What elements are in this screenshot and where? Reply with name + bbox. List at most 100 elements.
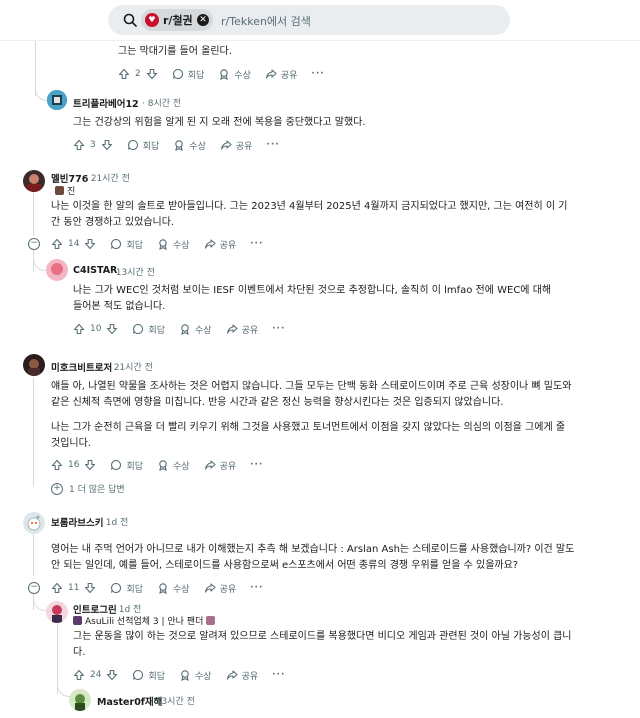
share-icon xyxy=(265,69,277,79)
avatar[interactable] xyxy=(46,601,68,623)
comment-actions: 11 회답 수상 공유 ··· xyxy=(51,581,263,595)
reply-icon xyxy=(133,323,144,334)
share-button[interactable]: 공유 xyxy=(204,582,236,595)
share-icon xyxy=(226,324,238,334)
downvote-icon[interactable] xyxy=(106,323,118,335)
reply-button[interactable]: 회답 xyxy=(110,238,143,251)
close-icon[interactable]: ✕ xyxy=(197,14,209,26)
thread-line xyxy=(33,258,46,271)
reply-button[interactable]: 회답 xyxy=(110,582,143,595)
reply-icon xyxy=(172,68,183,79)
avatar[interactable] xyxy=(23,354,45,376)
downvote-icon[interactable] xyxy=(106,669,118,681)
username[interactable]: 멜빈776 xyxy=(51,171,88,185)
downvote-icon[interactable] xyxy=(84,582,96,594)
more-options-button[interactable]: ··· xyxy=(266,140,279,150)
share-button[interactable]: 공유 xyxy=(226,323,258,336)
comment-time: · 13시간 전 xyxy=(110,268,155,278)
comment-time: · 23시간 전 xyxy=(150,697,195,707)
more-options-button[interactable]: ··· xyxy=(272,670,285,680)
subreddit-chip[interactable]: ♥ r/철권 ✕ xyxy=(141,9,213,31)
vote-count: 24 xyxy=(90,670,102,680)
award-button[interactable]: 수상 xyxy=(157,582,190,595)
reply-button[interactable]: 회답 xyxy=(132,323,165,336)
share-button[interactable]: 공유 xyxy=(204,459,236,472)
vote-count: 3 xyxy=(90,140,96,150)
search-bar[interactable]: ♥ r/철권 ✕ r/Tekken에서 검색 xyxy=(108,5,510,35)
share-button[interactable]: 공유 xyxy=(265,68,297,81)
comment-actions: 3 회답 수상 공유 ··· xyxy=(73,138,280,152)
reply-button[interactable]: 회답 xyxy=(127,139,159,152)
more-options-button[interactable]: ··· xyxy=(272,324,285,334)
username[interactable]: 보롬라브스키 xyxy=(51,515,103,529)
more-options-button[interactable]: ··· xyxy=(250,583,263,593)
avatar[interactable] xyxy=(23,170,45,192)
reply-button[interactable]: 회답 xyxy=(172,68,204,81)
upvote-icon[interactable] xyxy=(73,139,85,151)
comment-text: 나는 그가 순전히 근육을 더 빨리 키우기 위해 그것을 사용했고 토너먼트에… xyxy=(51,422,566,449)
comment-text: 그는 건강상의 위험을 알게 된 지 오래 전에 복용을 중단했다고 말했다. xyxy=(73,117,366,128)
share-icon xyxy=(204,239,216,249)
share-icon xyxy=(220,140,232,150)
downvote-icon[interactable] xyxy=(84,238,96,250)
comment-text: 영어는 내 주먹 언어가 아니므로 내가 이해했는지 추측 해 보겠습니다 : … xyxy=(51,544,575,571)
downvote-icon[interactable] xyxy=(101,139,113,151)
avatar[interactable] xyxy=(47,90,67,110)
upvote-icon[interactable] xyxy=(51,582,63,594)
award-button[interactable]: 수상 xyxy=(179,669,212,682)
collapse-thread-button[interactable]: − xyxy=(28,582,40,594)
avatar[interactable] xyxy=(69,689,91,711)
share-button[interactable]: 공유 xyxy=(204,238,236,251)
award-icon xyxy=(181,324,189,335)
more-replies-button[interactable]: + 1 더 많은 답변 xyxy=(51,482,125,495)
award-button[interactable]: 수상 xyxy=(157,238,190,251)
thread-line xyxy=(33,534,34,576)
award-icon xyxy=(175,140,184,151)
more-options-button[interactable]: ··· xyxy=(250,239,263,249)
upvote-icon[interactable] xyxy=(51,459,63,471)
flair-icon xyxy=(55,186,64,195)
username[interactable]: 트리플라베어12 xyxy=(73,96,139,110)
reply-icon xyxy=(111,582,122,593)
share-icon xyxy=(204,460,216,470)
vote-count: 14 xyxy=(68,239,80,249)
award-icon xyxy=(159,239,167,250)
upvote-icon[interactable] xyxy=(73,669,85,681)
award-button[interactable]: 수상 xyxy=(179,323,212,336)
more-options-button[interactable]: ··· xyxy=(311,69,324,79)
award-button[interactable]: 수상 xyxy=(157,459,190,472)
subreddit-chip-label: r/철권 xyxy=(163,14,193,27)
share-button[interactable]: 공유 xyxy=(220,139,252,152)
reply-icon xyxy=(111,238,122,249)
award-icon xyxy=(220,69,229,80)
collapse-thread-button[interactable]: − xyxy=(28,238,40,250)
upvote-icon[interactable] xyxy=(118,68,130,80)
downvote-icon[interactable] xyxy=(146,68,158,80)
search-input[interactable]: r/Tekken에서 검색 xyxy=(221,13,311,29)
reply-button[interactable]: 회답 xyxy=(110,459,143,472)
reply-icon xyxy=(133,669,144,680)
reply-button[interactable]: 회답 xyxy=(132,669,165,682)
award-button[interactable]: 수상 xyxy=(218,68,251,81)
more-options-button[interactable]: ··· xyxy=(250,460,263,470)
header-divider xyxy=(0,40,640,41)
vote-count: 11 xyxy=(68,583,80,593)
share-button[interactable]: 공유 xyxy=(226,669,258,682)
comment-time: · 21시간 전 xyxy=(85,174,130,184)
search-icon xyxy=(122,12,138,28)
downvote-icon[interactable] xyxy=(84,459,96,471)
avatar[interactable] xyxy=(46,259,68,281)
avatar[interactable] xyxy=(23,512,45,534)
reply-icon xyxy=(127,139,138,150)
award-button[interactable]: 수상 xyxy=(173,139,206,152)
expand-icon: + xyxy=(51,482,63,495)
subreddit-avatar-icon: ♥ xyxy=(145,13,159,27)
comment-text: 나는 그가 WEC인 것처럼 보이는 IESF 이벤트에서 차단된 것으로 추정… xyxy=(73,285,552,312)
upvote-icon[interactable] xyxy=(51,238,63,250)
comment-text: 얘들 아, 나열된 약물을 조사하는 것은 어렵지 않습니다. 그들 모두는 단… xyxy=(51,381,572,408)
thread-line xyxy=(57,680,70,697)
upvote-icon[interactable] xyxy=(73,323,85,335)
comment-text: 그는 막대기를 들어 올린다. xyxy=(118,46,232,57)
username[interactable]: 미호크비트로저 xyxy=(51,360,112,374)
comment-actions: 10 회답 수상 공유 ··· xyxy=(73,322,285,336)
